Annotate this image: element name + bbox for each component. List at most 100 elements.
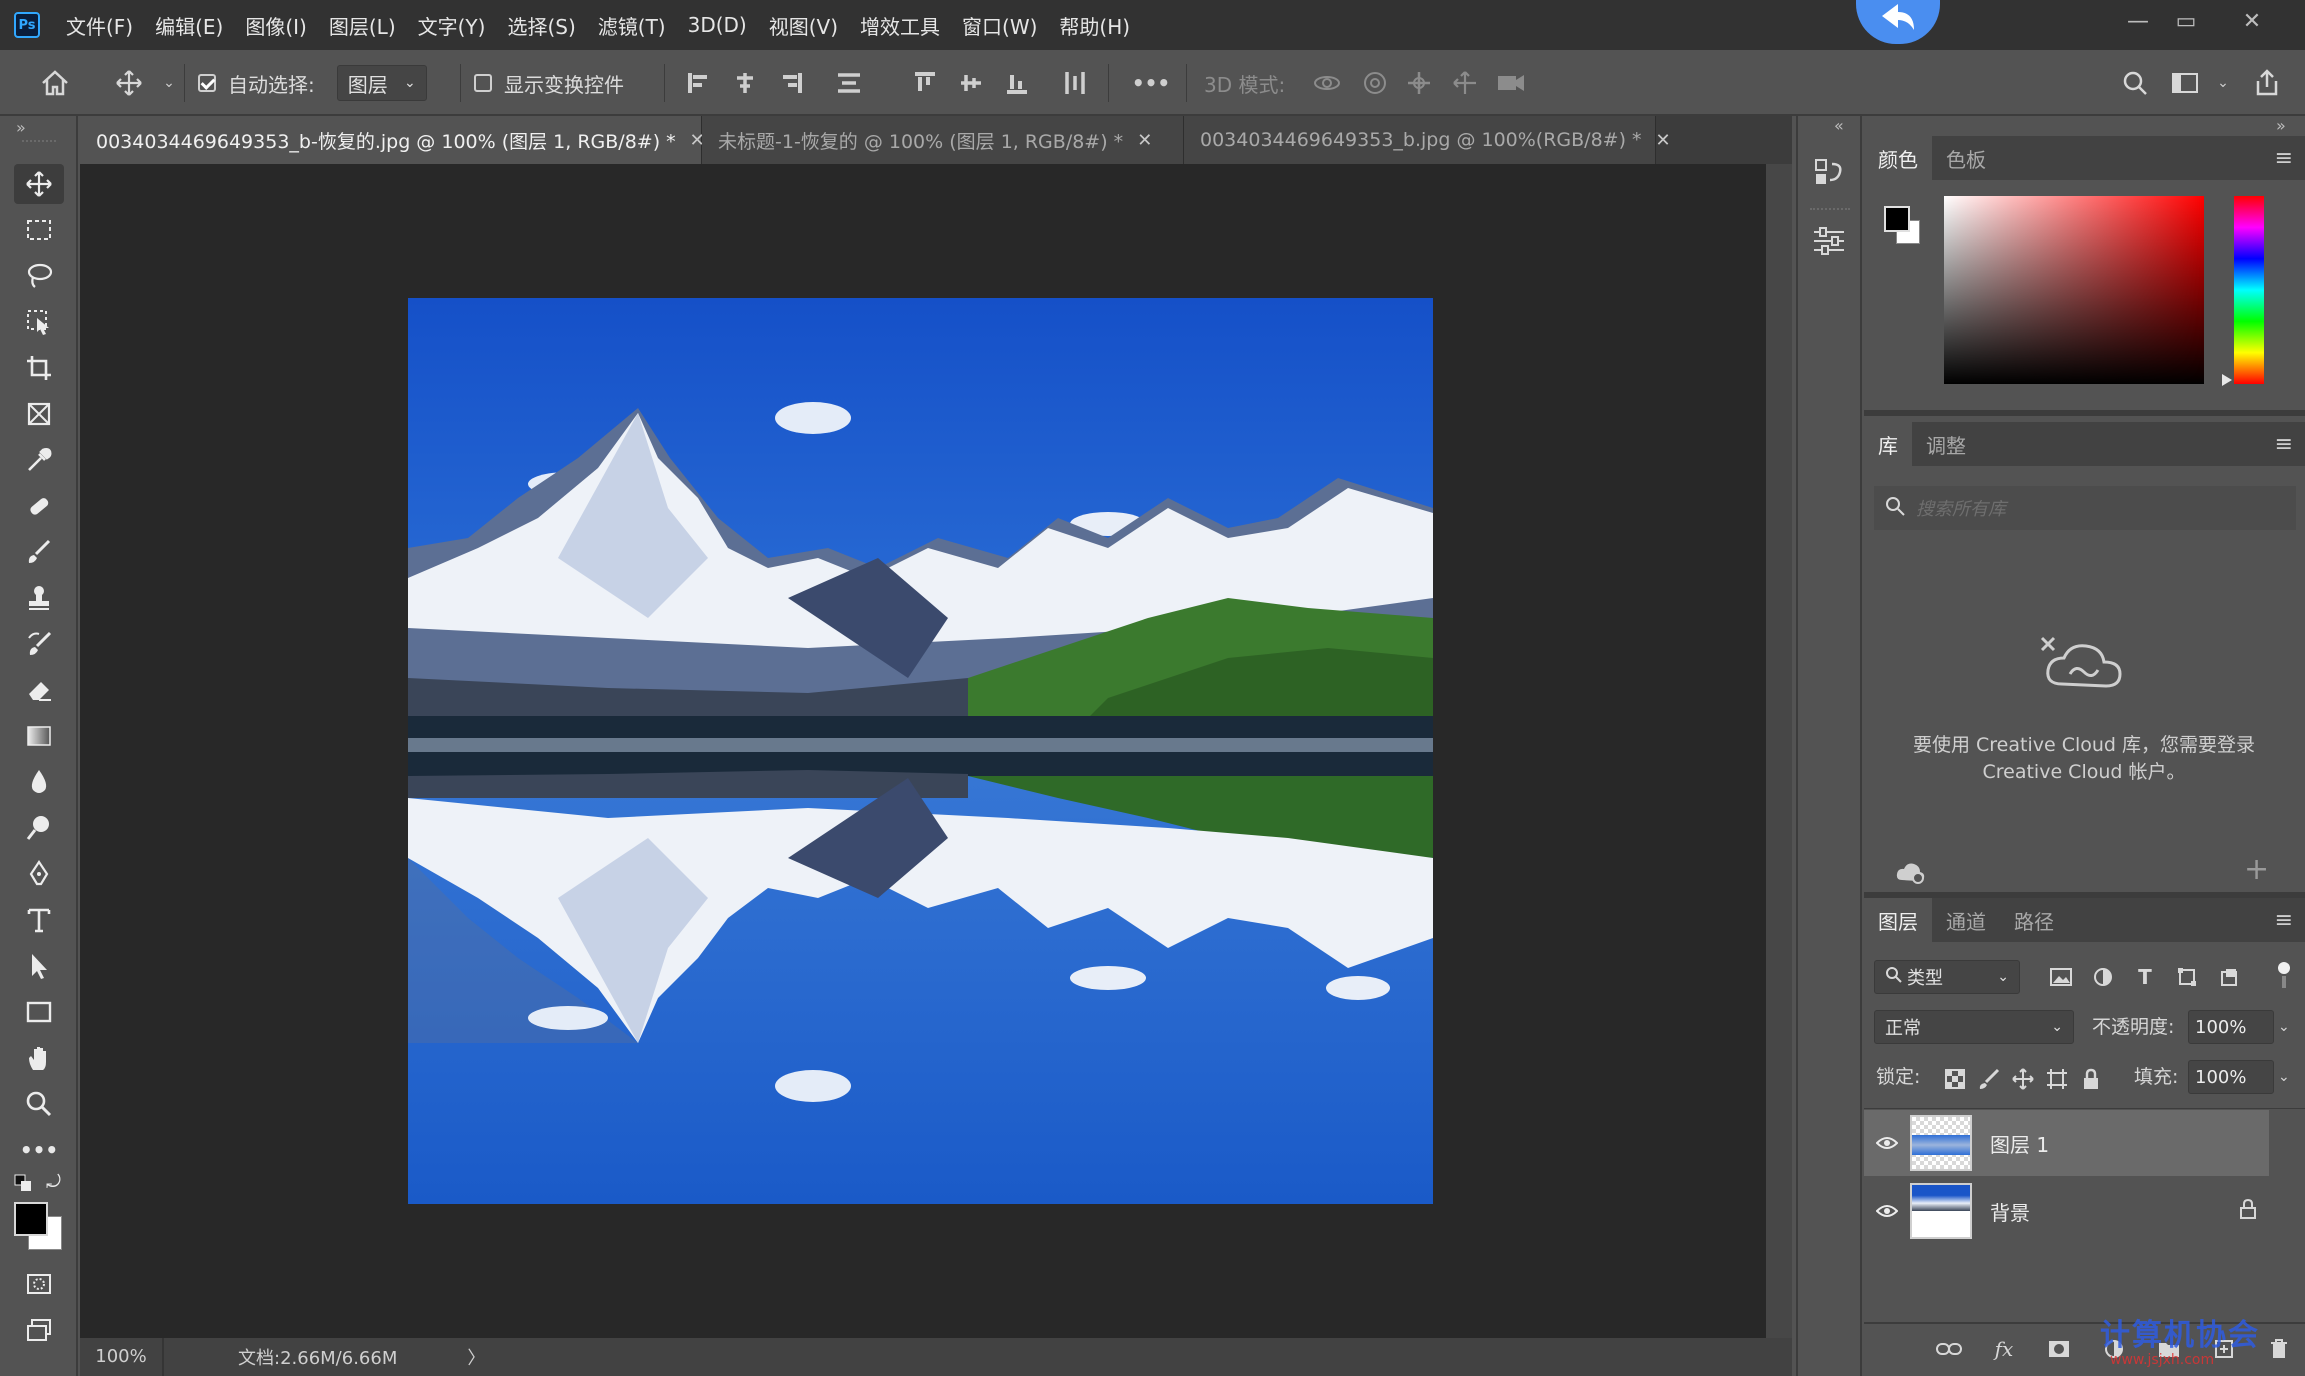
distribute-v-icon[interactable] (1056, 64, 1094, 102)
layer-row[interactable]: 图层 1 (1864, 1110, 2269, 1176)
object-select-tool-button[interactable] (14, 302, 64, 342)
close-button[interactable]: ✕ (2232, 6, 2272, 36)
eyedropper-tool-button[interactable] (14, 440, 64, 480)
menu-type[interactable]: 文字(Y) (418, 11, 486, 40)
healing-brush-tool-button[interactable] (14, 486, 64, 526)
panel-foreground-swatch[interactable] (1884, 206, 1910, 232)
align-top-icon[interactable] (906, 64, 944, 102)
share-badge-icon[interactable] (1856, 0, 1940, 44)
opacity-input[interactable]: 100% (2188, 1010, 2274, 1044)
type-tool-button[interactable] (14, 900, 64, 940)
home-icon[interactable] (36, 64, 74, 102)
move-tool-button[interactable] (14, 164, 64, 204)
lock-transparent-icon[interactable] (1940, 1064, 1970, 1094)
fill-input[interactable]: 100% (2188, 1060, 2274, 1094)
3d-orbit-icon[interactable] (1308, 64, 1346, 102)
cloud-sync-icon[interactable] (1894, 860, 1926, 888)
menu-filter[interactable]: 滤镜(T) (598, 11, 666, 40)
menu-window[interactable]: 窗口(W) (962, 11, 1037, 40)
vertical-scrollbar[interactable] (1766, 164, 1792, 1338)
crop-tool-button[interactable] (14, 348, 64, 388)
filter-adjustment-icon[interactable] (2088, 962, 2118, 992)
document-tab-2[interactable]: 未标题-1-恢复的 @ 100% (图层 1, RGB/8#) * ✕ (702, 116, 1184, 164)
lock-position-icon[interactable] (2008, 1064, 2038, 1094)
align-middle-v-icon[interactable] (952, 64, 990, 102)
3d-pan-icon[interactable] (1400, 64, 1438, 102)
workspace-icon[interactable] (2166, 64, 2204, 102)
lock-artboard-icon[interactable] (2042, 1064, 2072, 1094)
panel-menu-icon[interactable]: ≡ (2275, 908, 2293, 933)
expand-toolbar-icon[interactable]: » (16, 118, 26, 137)
workspace-chevron-icon[interactable]: ⌄ (2204, 64, 2242, 102)
layer-row[interactable]: 背景 (1864, 1178, 2269, 1244)
filter-pixel-icon[interactable] (2046, 962, 2076, 992)
filter-smart-object-icon[interactable] (2214, 962, 2244, 992)
tool-preset-chevron-icon[interactable]: ⌄ (150, 64, 188, 102)
menu-help[interactable]: 帮助(H) (1059, 11, 1130, 40)
minimize-button[interactable]: — (2118, 6, 2158, 36)
align-left-icon[interactable] (680, 64, 718, 102)
distribute-icon[interactable] (830, 64, 868, 102)
3d-slide-icon[interactable] (1446, 64, 1484, 102)
menu-select[interactable]: 选择(S) (507, 11, 575, 40)
hand-tool-button[interactable] (14, 1038, 64, 1078)
menu-plugins[interactable]: 增效工具 (860, 11, 940, 40)
link-layers-icon[interactable] (1934, 1334, 1964, 1364)
tab-paths[interactable]: 路径 (2000, 898, 2068, 942)
menu-3d[interactable]: 3D(D) (688, 13, 747, 37)
more-options-icon[interactable]: ••• (1132, 64, 1170, 102)
menu-file[interactable]: 文件(F) (66, 11, 133, 40)
close-tab-icon[interactable]: ✕ (1137, 130, 1152, 151)
document-tab-3[interactable]: 0034034469649353_b.jpg @ 100%(RGB/8#) * … (1184, 116, 1671, 164)
screen-mode-icon[interactable] (14, 1310, 64, 1350)
color-picker-field[interactable] (1944, 196, 2204, 384)
add-library-button[interactable]: + (2244, 852, 2269, 887)
share-icon[interactable] (2248, 64, 2286, 102)
show-transform-checkbox[interactable] (474, 74, 492, 92)
status-expand-icon[interactable]: 〉 (467, 1344, 485, 1370)
menu-edit[interactable]: 编辑(E) (155, 11, 223, 40)
eraser-tool-button[interactable] (14, 670, 64, 710)
zoom-level[interactable]: 100% (80, 1338, 164, 1376)
filter-toggle[interactable] (2276, 962, 2292, 990)
brush-tool-button[interactable] (14, 532, 64, 572)
auto-select-checkbox[interactable] (198, 74, 216, 92)
marquee-tool-button[interactable] (14, 210, 64, 250)
edit-toolbar-icon[interactable]: ••• (14, 1130, 64, 1170)
adjustments-panel-icon[interactable] (1812, 226, 1846, 260)
library-search-box[interactable]: 搜索所有库 (1874, 486, 2296, 530)
layer-filter-dropdown[interactable]: 类型 ⌄ (1874, 960, 2020, 994)
menu-view[interactable]: 视图(V) (769, 11, 838, 40)
add-mask-icon[interactable] (2044, 1334, 2074, 1364)
hue-slider-handle[interactable] (2222, 374, 2232, 386)
fill-chevron-icon[interactable]: ⌄ (2278, 1062, 2290, 1092)
align-center-h-icon[interactable] (726, 64, 764, 102)
pen-tool-button[interactable] (14, 854, 64, 894)
move-tool-icon[interactable] (110, 64, 148, 102)
maximize-button[interactable]: ▭ (2166, 6, 2206, 36)
auto-select-target-dropdown[interactable]: 图层 ⌄ (336, 65, 427, 101)
lock-pixels-icon[interactable] (1974, 1064, 2004, 1094)
opacity-chevron-icon[interactable]: ⌄ (2278, 1012, 2290, 1042)
search-icon[interactable] (2116, 64, 2154, 102)
hue-slider[interactable] (2234, 196, 2264, 384)
menu-layer[interactable]: 图层(L) (329, 11, 396, 40)
document-image[interactable] (408, 298, 1433, 1204)
dodge-tool-button[interactable] (14, 808, 64, 848)
toolbar-grip[interactable] (22, 140, 56, 144)
menu-image[interactable]: 图像(I) (245, 11, 307, 40)
layer-name[interactable]: 背景 (1990, 1197, 2030, 1226)
align-right-icon[interactable] (772, 64, 810, 102)
gradient-tool-button[interactable] (14, 716, 64, 756)
zoom-tool-button[interactable] (14, 1084, 64, 1124)
stamp-tool-button[interactable] (14, 578, 64, 618)
swap-colors-icon[interactable]: ⤾ (46, 1172, 61, 1193)
3d-roll-icon[interactable] (1356, 64, 1394, 102)
tab-layers[interactable]: 图层 (1864, 898, 1932, 942)
document-tab-1[interactable]: 0034034469649353_b-恢复的.jpg @ 100% (图层 1,… (80, 116, 705, 164)
history-brush-tool-button[interactable] (14, 624, 64, 664)
rectangle-tool-button[interactable] (14, 992, 64, 1032)
quick-mask-icon[interactable] (14, 1264, 64, 1304)
filter-type-icon[interactable]: T (2130, 962, 2160, 992)
history-panel-icon[interactable] (1812, 156, 1846, 194)
